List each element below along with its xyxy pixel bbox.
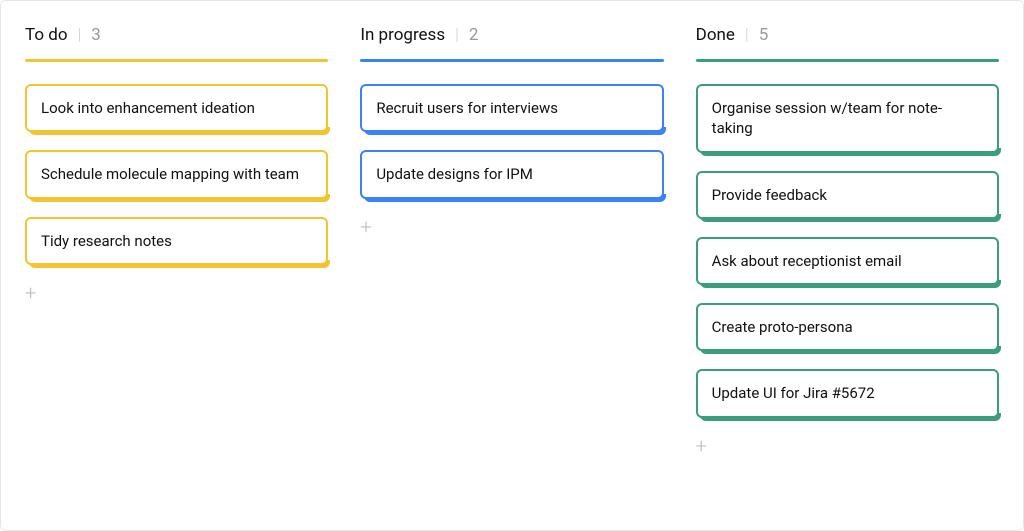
column-separator: | — [745, 25, 749, 45]
card[interactable]: Tidy research notes — [25, 217, 328, 265]
column-header: Done | 5 — [696, 25, 999, 59]
card-text: Ask about receptionist email — [712, 252, 902, 270]
card-text: Organise session w/team for note-taking — [712, 99, 942, 137]
plus-icon: + — [25, 281, 36, 305]
card-text: Provide feedback — [712, 186, 827, 204]
column-separator: | — [455, 25, 459, 45]
add-card-button[interactable]: + — [696, 436, 716, 456]
column-rule — [696, 59, 999, 62]
plus-icon: + — [360, 215, 371, 239]
card[interactable]: Update designs for IPM — [360, 150, 663, 198]
card[interactable]: Look into enhancement ideation — [25, 84, 328, 132]
card-text: Tidy research notes — [41, 232, 172, 250]
column-header: To do | 3 — [25, 25, 328, 59]
card-list: Look into enhancement ideation Schedule … — [25, 84, 328, 265]
column-separator: | — [78, 25, 82, 45]
card[interactable]: Ask about receptionist email — [696, 237, 999, 285]
column-count: 2 — [469, 25, 479, 45]
card-text: Create proto-persona — [712, 318, 853, 336]
card[interactable]: Create proto-persona — [696, 303, 999, 351]
card-text: Update UI for Jira #5672 — [712, 384, 875, 402]
card-list: Organise session w/team for note-taking … — [696, 84, 999, 418]
column-title: Done — [696, 25, 735, 45]
column-in-progress: In progress | 2 Recruit users for interv… — [360, 25, 663, 530]
card-list: Recruit users for interviews Update desi… — [360, 84, 663, 199]
card-text: Look into enhancement ideation — [41, 99, 255, 117]
add-card-button[interactable]: + — [360, 217, 380, 237]
card[interactable]: Provide feedback — [696, 171, 999, 219]
card[interactable]: Update UI for Jira #5672 — [696, 369, 999, 417]
column-done: Done | 5 Organise session w/team for not… — [696, 25, 999, 530]
card[interactable]: Organise session w/team for note-taking — [696, 84, 999, 153]
column-count: 5 — [759, 25, 769, 45]
column-header: In progress | 2 — [360, 25, 663, 59]
column-todo: To do | 3 Look into enhancement ideation… — [25, 25, 328, 530]
plus-icon: + — [696, 434, 707, 458]
add-card-button[interactable]: + — [25, 283, 45, 303]
card-text: Recruit users for interviews — [376, 99, 558, 117]
card-text: Update designs for IPM — [376, 165, 533, 183]
column-rule — [360, 59, 663, 62]
column-rule — [25, 59, 328, 62]
card[interactable]: Schedule molecule mapping with team — [25, 150, 328, 198]
column-title: In progress — [360, 25, 445, 45]
column-title: To do — [25, 25, 68, 45]
column-count: 3 — [91, 25, 101, 45]
card[interactable]: Recruit users for interviews — [360, 84, 663, 132]
card-text: Schedule molecule mapping with team — [41, 165, 299, 183]
kanban-board: To do | 3 Look into enhancement ideation… — [0, 0, 1024, 531]
